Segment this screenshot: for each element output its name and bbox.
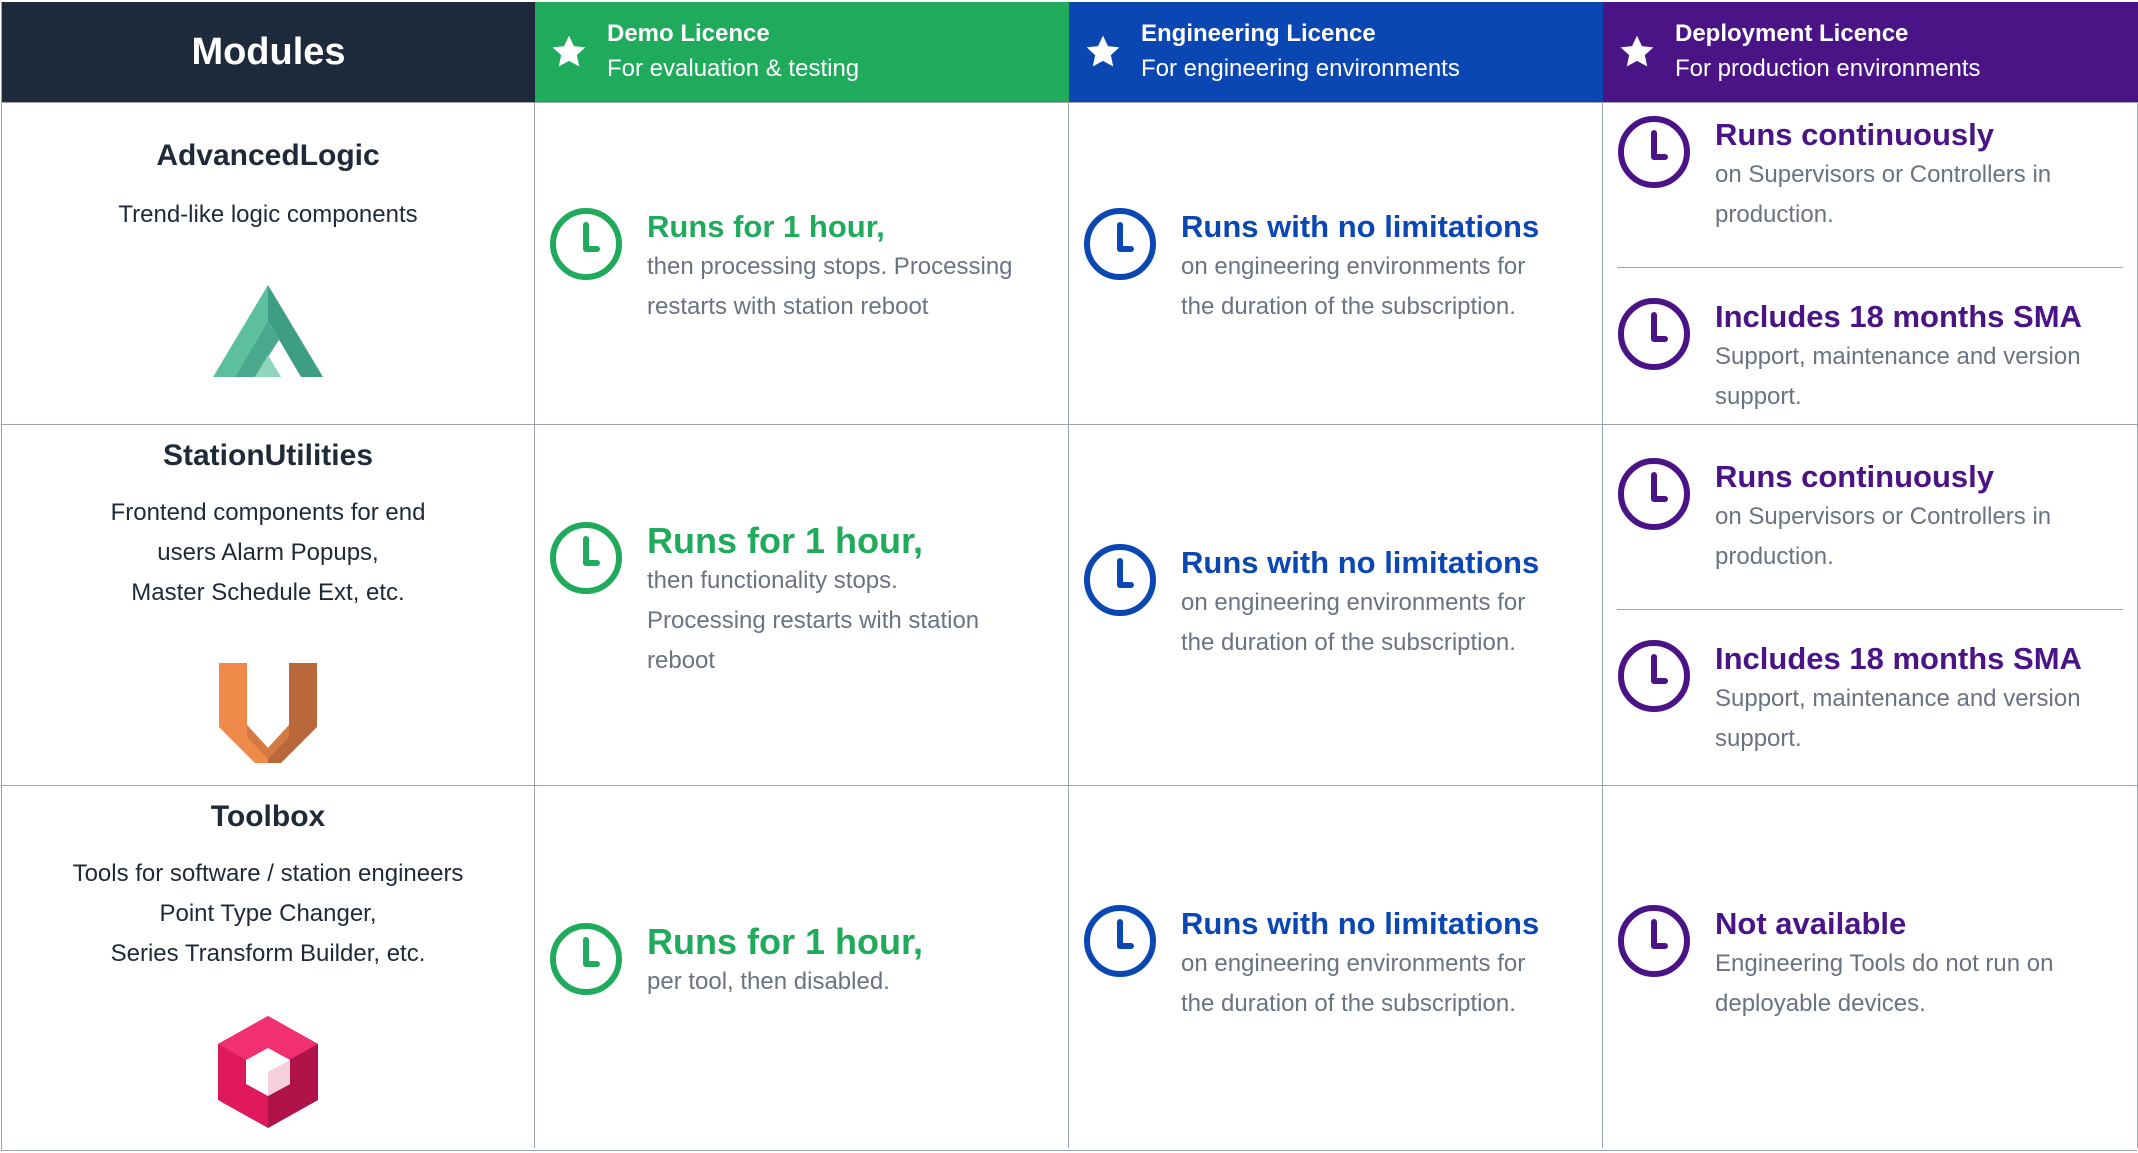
licence-entry: Runs for 1 hour, then functionality stop… — [549, 521, 1054, 681]
engineering-licence-header: Engineering Licence For engineering envi… — [1069, 2, 1603, 102]
modules-header: Modules — [2, 2, 535, 102]
deployment-cell-stationutilities: Runs continuously on Supervisors or Cont… — [1603, 424, 2138, 785]
entry-text-line: on Supervisors or Controllers in — [1715, 161, 2052, 188]
entry-title: Runs for 1 hour, — [647, 921, 924, 962]
engineering-licence-subtitle: For engineering environments — [1141, 55, 1460, 82]
licence-entry: Not available Engineering Tools do not r… — [1617, 904, 2123, 1024]
licence-entry: Includes 18 months SMA Support, maintena… — [1617, 639, 2123, 759]
module-description: Frontend components for end users Alarm … — [110, 499, 426, 606]
entry-text-line: Support, maintenance and version — [1715, 343, 2081, 370]
module-cell-stationutilities: StationUtilities Frontend components for… — [2, 424, 535, 785]
licence-comparison-table: Modules Demo Licence For evaluation & te… — [1, 2, 2138, 1151]
entry-text-line: then functionality stops. — [647, 567, 898, 594]
entry-title: Runs for 1 hour, — [647, 209, 885, 244]
engineering-cell-stationutilities: Runs with no limitations on engineering … — [1069, 424, 1603, 785]
entry-title: Runs with no limitations — [1181, 545, 1540, 580]
deployment-licence-header: Deployment Licence For production enviro… — [1603, 2, 2138, 102]
demo-cell-toolbox: Runs for 1 hour, per tool, then disabled… — [535, 785, 1069, 1148]
licence-entry: Runs for 1 hour, then processing stops. … — [549, 207, 1054, 327]
licence-entry: Runs with no limitations on engineering … — [1083, 904, 1588, 1024]
entry-text-line: reboot — [647, 647, 716, 674]
stationutilities-logo-icon — [219, 663, 317, 763]
modules-header-label: Modules — [191, 30, 346, 73]
entry-title: Includes 18 months SMA — [1715, 299, 2082, 334]
entry-title: Runs for 1 hour, — [647, 520, 924, 561]
module-description: Tools for software / station engineers P… — [72, 860, 464, 967]
divider — [1617, 267, 2123, 268]
demo-licence-header: Demo Licence For evaluation & testing — [535, 2, 1069, 102]
entry-text-line: on engineering environments for — [1181, 253, 1526, 280]
engineering-cell-toolbox: Runs with no limitations on engineering … — [1069, 785, 1603, 1148]
divider — [1617, 609, 2123, 610]
clock-icon — [1084, 208, 1156, 280]
entry-text-line: the duration of the subscription. — [1181, 293, 1516, 320]
entry-text-line: on Supervisors or Controllers in — [1715, 503, 2052, 530]
entry-text-line: restarts with station reboot — [647, 293, 929, 320]
entry-title: Includes 18 months SMA — [1715, 641, 2082, 676]
module-name: Toolbox — [210, 800, 326, 833]
licence-entry: Runs for 1 hour, per tool, then disabled… — [549, 922, 1054, 1002]
entry-text-line: Support, maintenance and version — [1715, 685, 2081, 712]
entry-title: Runs with no limitations — [1181, 209, 1540, 244]
clock-icon — [1618, 458, 1690, 530]
entry-text-line: the duration of the subscription. — [1181, 629, 1516, 656]
deployment-cell-toolbox: Not available Engineering Tools do not r… — [1603, 785, 2138, 1148]
entry-title: Runs continuously — [1715, 117, 1994, 152]
entry-text-line: per tool, then disabled. — [647, 968, 890, 995]
clock-icon — [1084, 905, 1156, 977]
licence-entry: Runs continuously on Supervisors or Cont… — [1617, 457, 2123, 577]
clock-icon — [1618, 116, 1690, 188]
entry-text-line: on engineering environments for — [1181, 950, 1526, 977]
licence-entry: Runs continuously on Supervisors or Cont… — [1617, 115, 2123, 235]
entry-text-line: Processing restarts with station — [647, 607, 980, 634]
entry-text-line: support. — [1715, 725, 1802, 752]
module-name: StationUtilities — [162, 439, 373, 472]
clock-icon — [550, 923, 622, 995]
clock-icon — [550, 208, 622, 280]
demo-licence-title: Demo Licence — [607, 20, 770, 47]
deployment-cell-advancedlogic: Runs continuously on Supervisors or Cont… — [1603, 102, 2138, 424]
star-icon — [1620, 35, 1654, 67]
demo-cell-stationutilities: Runs for 1 hour, then functionality stop… — [535, 424, 1069, 785]
demo-licence-subtitle: For evaluation & testing — [607, 55, 860, 82]
entry-text-line: the duration of the subscription. — [1181, 990, 1516, 1017]
deployment-licence-title: Deployment Licence — [1675, 20, 1909, 47]
deployment-licence-subtitle: For production environments — [1675, 55, 1981, 82]
clock-icon — [550, 522, 622, 594]
clock-icon — [1084, 544, 1156, 616]
licence-entry: Runs with no limitations on engineering … — [1083, 207, 1588, 327]
licence-entry: Runs with no limitations on engineering … — [1083, 543, 1588, 663]
entry-text-line: production. — [1715, 543, 1834, 570]
clock-icon — [1618, 298, 1690, 370]
entry-title: Runs with no limitations — [1181, 906, 1540, 941]
engineering-cell-advancedlogic: Runs with no limitations on engineering … — [1069, 102, 1603, 424]
licence-entry: Includes 18 months SMA Support, maintena… — [1617, 297, 2123, 417]
star-icon — [1086, 35, 1120, 67]
entry-text-line: on engineering environments for — [1181, 589, 1526, 616]
clock-icon — [1618, 905, 1690, 977]
module-cell-advancedlogic: AdvancedLogic Trend-like logic component… — [2, 102, 535, 424]
entry-text-line: deployable devices. — [1715, 990, 1926, 1017]
advancedlogic-logo-icon — [213, 285, 323, 377]
toolbox-logo-icon — [218, 1016, 318, 1128]
entry-text-line: then processing stops. Processing — [647, 253, 1013, 280]
engineering-licence-title: Engineering Licence — [1141, 20, 1376, 47]
entry-text-line: production. — [1715, 201, 1834, 228]
module-name: AdvancedLogic — [156, 139, 380, 172]
entry-title: Not available — [1715, 906, 1907, 941]
entry-text-line: support. — [1715, 383, 1802, 410]
module-cell-toolbox: Toolbox Tools for software / station eng… — [2, 785, 535, 1148]
star-icon — [552, 35, 586, 67]
demo-cell-advancedlogic: Runs for 1 hour, then processing stops. … — [535, 102, 1069, 424]
module-description: Trend-like logic components — [118, 201, 418, 228]
entry-text-line: Engineering Tools do not run on — [1715, 950, 2054, 977]
entry-title: Runs continuously — [1715, 459, 1994, 494]
clock-icon — [1618, 640, 1690, 712]
